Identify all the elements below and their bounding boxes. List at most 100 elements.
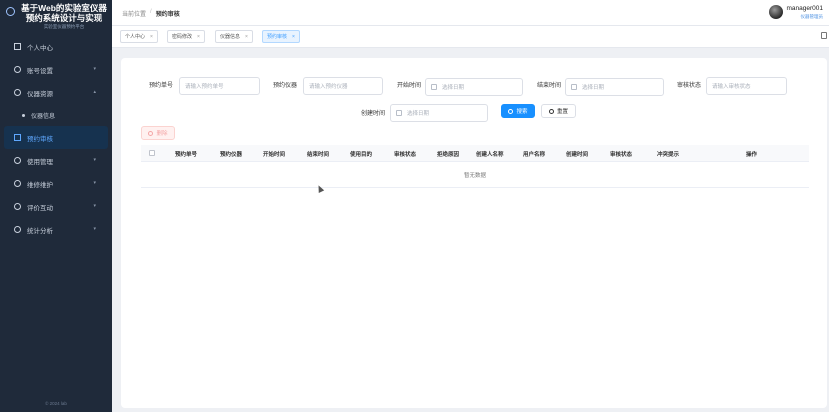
breadcrumb-current: 预约审核: [155, 12, 180, 18]
sidebar-item-personal-center[interactable]: 个人中心: [0, 35, 112, 58]
select-all-checkbox[interactable]: [149, 150, 155, 156]
sidebar-item-usage-management[interactable]: 使用管理 ▾: [0, 149, 112, 172]
chevron-up-icon: ▴: [93, 89, 96, 95]
top-header: 当前位置 / 预约审核 manager001 仪器管理员: [112, 0, 829, 26]
sidebar-item-label: 统计分析: [27, 227, 53, 235]
column-header[interactable]: 用户名称: [523, 150, 545, 158]
column-header[interactable]: 审核状态: [610, 150, 632, 158]
empty-text: 暂无数据: [463, 172, 486, 179]
placeholder: 请输入预约仪器: [309, 84, 348, 90]
reset-button-label: 重置: [556, 109, 568, 115]
circle-icon: [14, 226, 21, 233]
logo-icon: [6, 7, 15, 16]
column-header[interactable]: 开始时间: [263, 150, 285, 158]
brand: 基于Web的实验室仪器预约系统设计与实现 实验室仪器预约平台: [0, 0, 112, 34]
sidebar-footer: © 2024 lab: [45, 401, 67, 406]
avatar[interactable]: [769, 5, 783, 19]
tab-password-change[interactable]: 密码修改 ×: [167, 30, 205, 43]
sidebar-item-reservation-audit[interactable]: 预约审核: [4, 126, 108, 149]
delete-button-label: 删除: [156, 131, 168, 137]
calendar-icon: [571, 84, 577, 90]
column-header[interactable]: 创建时间: [566, 150, 588, 158]
sidebar-item-account-settings[interactable]: 账号设置 ▾: [0, 58, 112, 81]
circle-icon: [14, 203, 21, 210]
column-header[interactable]: 审核状态: [394, 150, 416, 158]
close-icon[interactable]: ×: [197, 34, 200, 40]
close-icon[interactable]: ×: [245, 34, 248, 40]
label-audit-status: 审核状态: [677, 83, 702, 89]
label-end-time: 结束时间: [537, 83, 562, 89]
column-header[interactable]: 预约单号: [175, 150, 197, 158]
chevron-down-icon: ▾: [93, 180, 96, 186]
sidebar-item-maintenance[interactable]: 维修维护 ▾: [0, 172, 112, 195]
search-button-label: 搜索: [516, 109, 528, 115]
column-header[interactable]: 创建人名称: [476, 150, 504, 158]
breadcrumb-item[interactable]: 当前位置: [122, 9, 146, 18]
sidebar: 基于Web的实验室仪器预约系统设计与实现 实验室仪器预约平台 个人中心 账号设置…: [0, 0, 112, 412]
delete-button[interactable]: 删除: [141, 126, 175, 140]
square-icon: [14, 134, 21, 141]
column-header[interactable]: 使用目的: [350, 150, 372, 158]
sidebar-item-label: 使用管理: [27, 158, 53, 166]
label-reservation-no: 预约单号: [149, 83, 174, 89]
dot-icon: [22, 113, 25, 117]
sidebar-item-label: 仪器信息: [31, 113, 56, 120]
placeholder: 选择日期: [407, 111, 430, 117]
reset-button[interactable]: 重置: [541, 104, 576, 118]
chevron-down-icon: ▾: [93, 66, 96, 72]
sidebar-item-statistics[interactable]: 统计分析 ▾: [0, 218, 112, 241]
sidebar-item-label: 仪器资源: [27, 90, 53, 98]
chevron-down-icon: ▾: [93, 226, 96, 232]
tab-label: 密码修改: [172, 34, 193, 40]
table-header: 预约单号 预约仪器 开始时间 结束时间 使用目的 审核状态 拒绝原因 创建人名称…: [141, 145, 809, 162]
tab-reservation-audit[interactable]: 预约审核 ×: [262, 30, 300, 43]
app-title: 基于Web的实验室仪器预约系统设计与实现: [21, 3, 107, 23]
tab-label: 个人中心: [125, 34, 146, 40]
tab-label: 预约审核: [267, 34, 288, 40]
tab-label: 仪器信息: [220, 34, 241, 40]
tags-bar: 个人中心 × 密码修改 × 仪器信息 × 预约审核 ×: [112, 26, 829, 48]
sidebar-item-instrument-resources[interactable]: 仪器资源 ▴: [0, 81, 112, 104]
label-start-time: 开始时间: [397, 83, 422, 89]
end-time-picker[interactable]: 选择日期: [565, 78, 664, 96]
user-role: 仪器管理员: [800, 14, 824, 19]
start-time-picker[interactable]: 选择日期: [425, 78, 523, 96]
sidebar-item-evaluation[interactable]: 评价互动 ▾: [0, 195, 112, 218]
column-header[interactable]: 冲突提示: [657, 150, 679, 158]
audit-status-input[interactable]: 请输入审核状态: [706, 77, 787, 95]
column-header[interactable]: 结束时间: [307, 150, 329, 158]
sidebar-item-instrument-info[interactable]: 仪器信息: [0, 104, 112, 126]
column-header: 操作: [746, 152, 758, 158]
close-icon[interactable]: ×: [150, 34, 153, 40]
circle-icon: [14, 66, 21, 73]
column-header[interactable]: 预约仪器: [220, 150, 242, 158]
placeholder: 选择日期: [442, 85, 465, 91]
sidebar-item-label: 预约审核: [27, 135, 53, 143]
created-time-picker[interactable]: 选择日期: [390, 104, 488, 122]
user-name[interactable]: manager001: [787, 5, 824, 12]
instrument-input[interactable]: 请输入预约仪器: [303, 77, 383, 95]
search-button[interactable]: 搜索: [501, 104, 535, 118]
sidebar-item-label: 账号设置: [27, 67, 53, 75]
calendar-icon: [396, 110, 402, 116]
user-square-icon: [14, 43, 21, 50]
refresh-icon: [548, 108, 554, 114]
sidebar-item-label: 维修维护: [27, 181, 53, 189]
sidebar-item-label: 评价互动: [27, 204, 53, 212]
sidebar-menu: 个人中心 账号设置 ▾ 仪器资源 ▴ 仪器信息 预约审核 使用管理 ▾ 维修维护: [0, 35, 112, 241]
table-empty-row: 暂无数据: [141, 162, 809, 188]
circle-icon: [14, 180, 21, 187]
placeholder: 请输入审核状态: [712, 84, 751, 90]
tab-menu-icon[interactable]: [821, 32, 827, 39]
chevron-down-icon: ▾: [93, 157, 96, 163]
search-icon: [508, 108, 514, 114]
placeholder: 选择日期: [582, 85, 605, 91]
breadcrumb-separator: /: [150, 9, 152, 15]
reservation-no-input[interactable]: 请输入预约单号: [179, 77, 260, 95]
delete-icon: [148, 130, 154, 136]
column-header[interactable]: 拒绝原因: [437, 150, 459, 158]
label-instrument: 预约仪器: [273, 83, 298, 89]
tab-personal-center[interactable]: 个人中心 ×: [120, 30, 158, 43]
close-icon[interactable]: ×: [292, 34, 295, 40]
tab-instrument-info[interactable]: 仪器信息 ×: [215, 30, 253, 43]
